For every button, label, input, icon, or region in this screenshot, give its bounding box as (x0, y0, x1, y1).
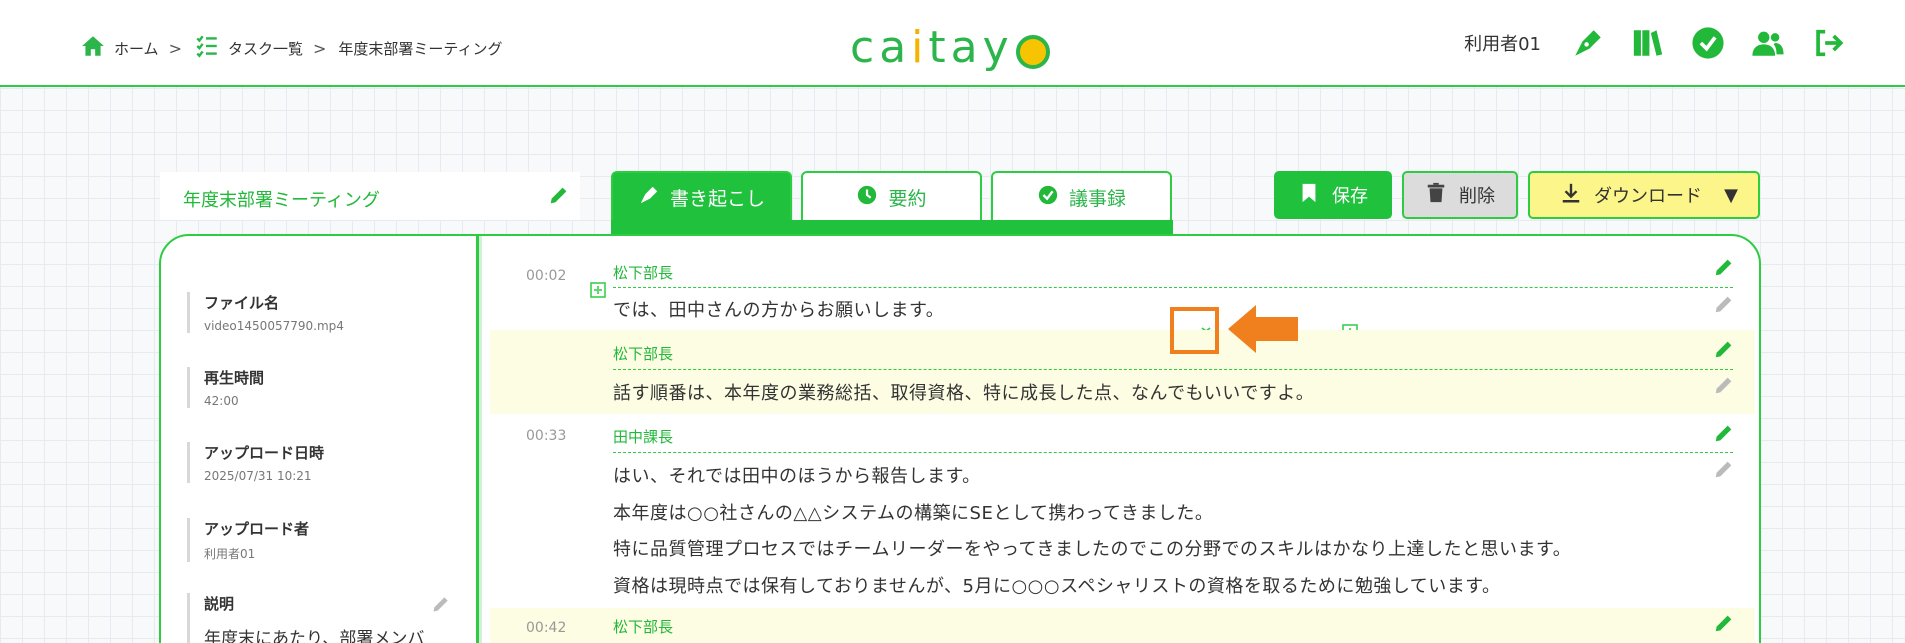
annotation-highlight-box (1170, 307, 1219, 354)
check-circle-icon (1037, 184, 1059, 211)
delete-label: 削除 (1459, 186, 1495, 207)
merge-segments-icon[interactable] (590, 282, 606, 298)
user-toolbar: 利用者01 (1464, 26, 1845, 60)
active-tab-underline (611, 220, 1173, 234)
edit-speaker-pencil-icon[interactable] (1713, 422, 1735, 448)
segment-text-line[interactable]: 話す順番は、本年度の業務総括、取得資格、特に成長した点、なんでもいいですよ。 (613, 379, 1314, 405)
transcript-segment: 00:02 松下部長 では、田中さんの方からお願いします。 (490, 236, 1755, 330)
meta-upload-date-value: 2025/07/31 10:21 (204, 469, 312, 483)
tab-label: 書き起こし (669, 187, 765, 210)
meta-duration-label: 再生時間 (204, 369, 265, 387)
transcript-segment: 00:42 松下部長 (490, 608, 1755, 643)
meta-upload-date-label: アップロード日時 (204, 444, 325, 462)
download-label: ダウンロード (1594, 186, 1702, 207)
check-circle-icon[interactable] (1691, 26, 1725, 60)
caitayo-logo[interactable]: ca i tay (850, 22, 1050, 73)
edit-speaker-pencil-icon[interactable] (1713, 338, 1735, 364)
main-panel: ファイル名 video1450057790.mp4 再生時間 42:00 アップ… (159, 234, 1761, 643)
segment-timestamp[interactable]: 00:33 (526, 428, 566, 444)
logout-icon[interactable] (1811, 26, 1845, 60)
segment-divider (613, 369, 1733, 370)
meta-description-label: 説明 (204, 595, 235, 613)
transcript-segment: 00:33 田中課長 はい、それでは田中のほうから報告します。 本年度は○○社さ… (490, 414, 1755, 608)
clock-icon (856, 184, 878, 211)
pen-nib-icon (638, 184, 660, 211)
segment-text-line[interactable]: 特に品質管理プロセスではチームリーダーをやってきましたのでこの分野でのスキルはか… (613, 535, 1571, 561)
segment-speaker[interactable]: 松下部長 (613, 262, 673, 283)
meta-description: 説明 年度末にあたり、部署メンバ (187, 593, 424, 643)
edit-text-pencil-icon[interactable] (1713, 293, 1735, 319)
meta-upload-date: アップロード日時 2025/07/31 10:21 (187, 442, 324, 483)
annotation-arrow-icon (1228, 305, 1298, 353)
library-icon[interactable] (1631, 26, 1665, 60)
segment-text-line[interactable]: では、田中さんの方からお願いします。 (613, 296, 944, 322)
segment-speaker[interactable]: 田中課長 (613, 426, 673, 447)
trash-icon (1425, 182, 1447, 209)
breadcrumb: ホーム > タスク一覧 > 年度末部署ミーティング (80, 33, 503, 63)
breadcrumb-home-label: ホーム (114, 39, 159, 58)
edit-speaker-pencil-icon[interactable] (1713, 612, 1735, 638)
segment-speaker[interactable]: 松下部長 (613, 343, 673, 364)
edit-speaker-pencil-icon[interactable] (1713, 256, 1735, 282)
segment-divider (613, 452, 1733, 453)
home-icon (80, 33, 106, 63)
bookmark-icon (1298, 182, 1320, 209)
meta-file: ファイル名 video1450057790.mp4 (187, 292, 344, 333)
segment-text-line[interactable]: はい、それでは田中のほうから報告します。 (613, 462, 981, 488)
transcript-segment: 松下部長 話す順番は、本年度の業務総括、取得資格、特に成長した点、なんでもいいで… (490, 330, 1755, 414)
breadcrumb-tasks-label: タスク一覧 (227, 39, 303, 58)
file-info-sidebar: ファイル名 video1450057790.mp4 再生時間 42:00 アップ… (161, 236, 479, 643)
edit-description-pencil-icon[interactable] (431, 594, 451, 618)
breadcrumb-separator: > (168, 38, 182, 58)
segment-timestamp[interactable]: 00:42 (526, 620, 566, 636)
edit-text-pencil-icon[interactable] (1713, 374, 1735, 400)
logo-clock-mark (1015, 34, 1050, 69)
breadcrumb-tasks[interactable]: タスク一覧 (194, 33, 303, 63)
user-name: 利用者01 (1464, 34, 1541, 55)
sidebar-divider (479, 236, 482, 643)
breadcrumb-current: 年度末部署ミーティング (338, 39, 503, 58)
tab-label: 要約 (888, 187, 927, 210)
download-button[interactable]: ダウンロード ▼ (1528, 171, 1760, 219)
users-icon[interactable] (1751, 26, 1785, 60)
meta-duration-value: 42:00 (204, 394, 239, 408)
document-title-row: 年度末部署ミーティング (160, 172, 580, 220)
transcript-list: 00:02 松下部長 では、田中さんの方からお願いします。 松下部長 話す順番は… (490, 236, 1759, 643)
edit-text-pencil-icon[interactable] (1713, 458, 1735, 484)
segment-divider (613, 287, 1733, 288)
segment-speaker[interactable]: 松下部長 (613, 616, 673, 637)
meta-duration: 再生時間 42:00 (187, 367, 264, 408)
segment-text-line[interactable]: 資格は現時点では保有しておりませんが、5月に○○○スペシャリストの資格を取るため… (613, 572, 1501, 598)
segment-timestamp[interactable]: 00:02 (526, 268, 566, 284)
save-button[interactable]: 保存 (1274, 171, 1392, 219)
view-tabs: 書き起こし 要約 議事録 (611, 171, 1172, 221)
meta-description-value: 年度末にあたり、部署メンバ (204, 629, 425, 643)
logo-text-a: ca (850, 22, 912, 73)
breadcrumb-separator: > (312, 38, 327, 58)
meta-file-label: ファイル名 (204, 294, 280, 312)
delete-button[interactable]: 削除 (1402, 171, 1518, 219)
dropdown-caret-icon[interactable]: ▼ (1724, 185, 1738, 206)
tab-minutes[interactable]: 議事録 (991, 171, 1172, 221)
meta-uploader-value: 利用者01 (204, 547, 256, 561)
breadcrumb-home[interactable]: ホーム (80, 33, 159, 63)
meta-uploader: アップロード者 利用者01 (187, 518, 309, 562)
logo-text-c: tay (928, 22, 1014, 73)
pen-nib-icon[interactable] (1571, 26, 1605, 60)
meta-file-value: video1450057790.mp4 (204, 319, 344, 333)
save-label: 保存 (1332, 186, 1368, 207)
meta-uploader-label: アップロード者 (204, 520, 310, 538)
document-title: 年度末部署ミーティング (183, 190, 380, 211)
task-list-icon (194, 33, 220, 63)
tab-summary[interactable]: 要約 (801, 171, 982, 221)
edit-title-pencil-icon[interactable] (548, 184, 570, 210)
app-header: ホーム > タスク一覧 > 年度末部署ミーティング ca i tay 利用者01 (0, 0, 1905, 87)
tab-transcription[interactable]: 書き起こし (611, 171, 792, 221)
segment-text-line[interactable]: 本年度は○○社さんの△△システムの構築にSEとして携わってきました。 (613, 499, 1213, 525)
tab-label: 議事録 (1068, 187, 1126, 210)
logo-text-b: i (911, 22, 929, 73)
download-icon (1560, 182, 1582, 209)
